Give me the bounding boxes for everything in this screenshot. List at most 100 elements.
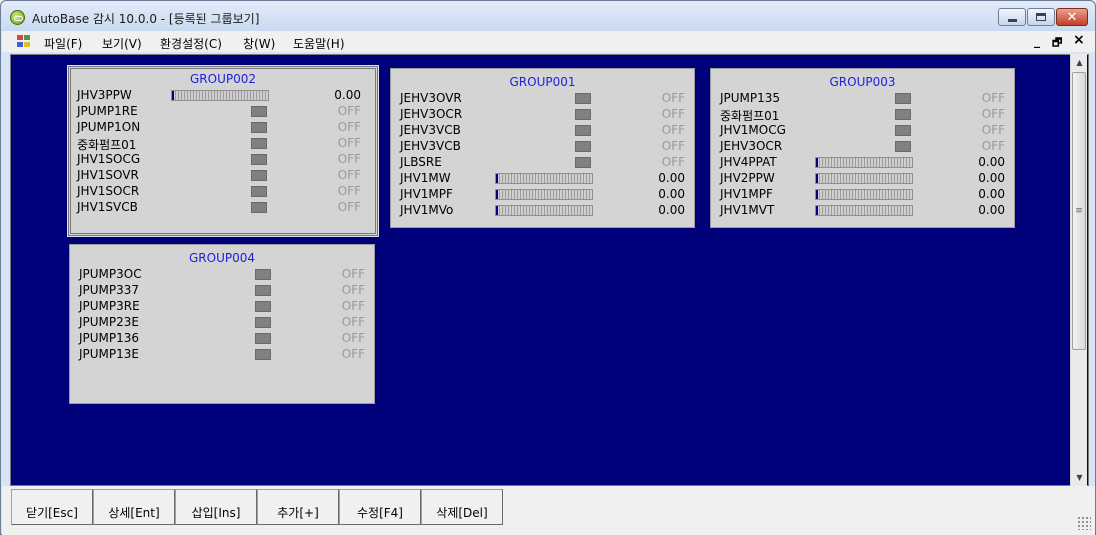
insert-button[interactable]: 삽입[Ins]: [175, 489, 257, 525]
tag-value: OFF: [661, 139, 685, 153]
tag-value: OFF: [981, 123, 1005, 137]
tag-name: JHV4PPAT: [720, 155, 777, 169]
tag-row[interactable]: JHV1SVCB OFF: [77, 200, 361, 216]
tag-row[interactable]: JPUMP135 OFF: [720, 91, 1005, 107]
tag-name: JHV1SOVR: [77, 168, 139, 182]
mdi-restore-button[interactable]: 🗗: [1052, 34, 1062, 53]
tag-row[interactable]: JEHV3VCB OFF: [400, 139, 685, 155]
status-lamp-icon: [895, 125, 911, 136]
tag-row[interactable]: JPUMP3RE OFF: [79, 299, 365, 315]
tag-row[interactable]: JEHV3OCR OFF: [720, 139, 1005, 155]
tag-row[interactable]: JHV1MPF 0.00: [400, 187, 685, 203]
tag-value: OFF: [341, 331, 365, 345]
tag-row[interactable]: JEHV3VCB OFF: [400, 123, 685, 139]
tag-row[interactable]: 중화펌프01 OFF: [720, 107, 1005, 123]
maximize-icon: [1036, 13, 1046, 21]
resize-grip-icon[interactable]: [1077, 516, 1091, 530]
tag-row[interactable]: JHV4PPAT 0.00: [720, 155, 1005, 171]
tag-value: OFF: [337, 104, 361, 118]
tag-value: 0.00: [658, 171, 685, 185]
tag-row[interactable]: JHV1MVo 0.00: [400, 203, 685, 219]
tag-row[interactable]: JHV1MW 0.00: [400, 171, 685, 187]
tag-row[interactable]: JPUMP136 OFF: [79, 331, 365, 347]
level-bar-fill: [496, 206, 498, 215]
tag-row[interactable]: JPUMP23E OFF: [79, 315, 365, 331]
status-lamp-icon: [251, 138, 267, 149]
tag-value: OFF: [661, 91, 685, 105]
status-lamp-icon: [255, 349, 271, 360]
detail-button[interactable]: 상세[Ent]: [93, 489, 175, 525]
tag-row[interactable]: JEHV3OVR OFF: [400, 91, 685, 107]
group-title: GROUP001: [509, 75, 576, 89]
status-lamp-icon: [251, 154, 267, 165]
vertical-scrollbar[interactable]: ▲ ≡ ▼: [1070, 54, 1087, 486]
menu-file[interactable]: 파일(F): [44, 35, 82, 52]
status-lamp-icon: [251, 186, 267, 197]
mdi-close-button[interactable]: ×: [1073, 32, 1085, 48]
tag-name: JEHV3OCR: [720, 139, 783, 153]
menu-view[interactable]: 보기(V): [102, 35, 142, 52]
group-title: GROUP004: [188, 251, 255, 265]
menu-help[interactable]: 도움말(H): [293, 35, 345, 52]
tag-name: JEHV3OVR: [400, 91, 462, 105]
tag-row[interactable]: JHV1SOCG OFF: [77, 152, 361, 168]
autobase-app-icon: [10, 10, 25, 25]
tag-row[interactable]: 중화펌프01 OFF: [77, 136, 361, 152]
tag-row[interactable]: JHV1MPF 0.00: [720, 187, 1005, 203]
status-lamp-icon: [895, 109, 911, 120]
tag-value: OFF: [981, 139, 1005, 153]
tag-value: 0.00: [658, 187, 685, 201]
scroll-thumb[interactable]: ≡: [1072, 72, 1086, 350]
maximize-button[interactable]: [1027, 8, 1055, 26]
level-bar: [815, 157, 913, 168]
level-bar-fill: [496, 190, 498, 199]
tag-row[interactable]: JHV1SOVR OFF: [77, 168, 361, 184]
group-panel-2[interactable]: GROUP003 JPUMP135 OFF 중화펌프01 OFF JHV1MOCG OFF J…: [710, 68, 1015, 228]
level-bar-fill: [816, 174, 818, 183]
tag-row[interactable]: JHV1MOCG OFF: [720, 123, 1005, 139]
status-lamp-icon: [255, 301, 271, 312]
scroll-down-icon[interactable]: ▼: [1071, 469, 1088, 486]
group-panel-0[interactable]: GROUP002 JHV3PPW 0.00 JPUMP1RE OFF JPUMP1ON OF…: [67, 65, 379, 237]
tag-row[interactable]: JLBSRE OFF: [400, 155, 685, 171]
level-bar-fill: [816, 206, 818, 215]
tag-row[interactable]: JHV2PPW 0.00: [720, 171, 1005, 187]
scroll-up-icon[interactable]: ▲: [1071, 54, 1088, 71]
tag-row[interactable]: JHV1SOCR OFF: [77, 184, 361, 200]
edit-button[interactable]: 수정[F4]: [339, 489, 421, 525]
delete-button[interactable]: 삭제[Del]: [421, 489, 503, 525]
add-button[interactable]: 추가[+]: [257, 489, 339, 525]
mdi-minimize-button[interactable]: _: [1034, 34, 1040, 48]
minimize-button[interactable]: [998, 8, 1026, 26]
group-view-area: GROUP002 JHV3PPW 0.00 JPUMP1RE OFF JPUMP1ON OF…: [10, 54, 1089, 486]
tag-row[interactable]: JEHV3OCR OFF: [400, 107, 685, 123]
mdi-child-icon[interactable]: [17, 35, 31, 48]
tag-row[interactable]: JPUMP337 OFF: [79, 283, 365, 299]
tag-row[interactable]: JPUMP1ON OFF: [77, 120, 361, 136]
tag-name: JPUMP136: [79, 331, 140, 345]
tag-name: JPUMP3OC: [79, 267, 142, 281]
tag-row[interactable]: JHV1MVT 0.00: [720, 203, 1005, 219]
menu-settings[interactable]: 환경설정(C): [160, 35, 222, 52]
tag-value: 0.00: [978, 155, 1005, 169]
menu-window[interactable]: 창(W): [243, 35, 275, 52]
group-panel-1[interactable]: GROUP001 JEHV3OVR OFF JEHV3OCR OFF JEHV3VCB OF…: [390, 68, 695, 228]
level-bar: [815, 205, 913, 216]
status-lamp-icon: [575, 93, 591, 104]
tag-row[interactable]: JPUMP13E OFF: [79, 347, 365, 363]
status-lamp-icon: [575, 157, 591, 168]
close-button[interactable]: ✕: [1056, 8, 1088, 26]
close-esc-button[interactable]: 닫기[Esc]: [11, 489, 93, 525]
window-title: AutoBase 감시 10.0.0 - [등록된 그룹보기]: [32, 12, 260, 26]
status-lamp-icon: [255, 333, 271, 344]
tag-row[interactable]: JPUMP1RE OFF: [77, 104, 361, 120]
status-lamp-icon: [575, 141, 591, 152]
tag-row[interactable]: JHV3PPW 0.00: [77, 88, 361, 104]
level-bar: [171, 90, 269, 101]
tag-name: JHV1MOCG: [720, 123, 786, 137]
tag-value: 0.00: [658, 203, 685, 217]
tag-row[interactable]: JPUMP3OC OFF: [79, 267, 365, 283]
level-bar: [815, 173, 913, 184]
title-bar[interactable]: AutoBase 감시 10.0.0 - [등록된 그룹보기] ✕: [1, 1, 1095, 31]
group-panel-3[interactable]: GROUP004 JPUMP3OC OFF JPUMP337 OFF JPUMP3RE OF…: [69, 244, 375, 404]
